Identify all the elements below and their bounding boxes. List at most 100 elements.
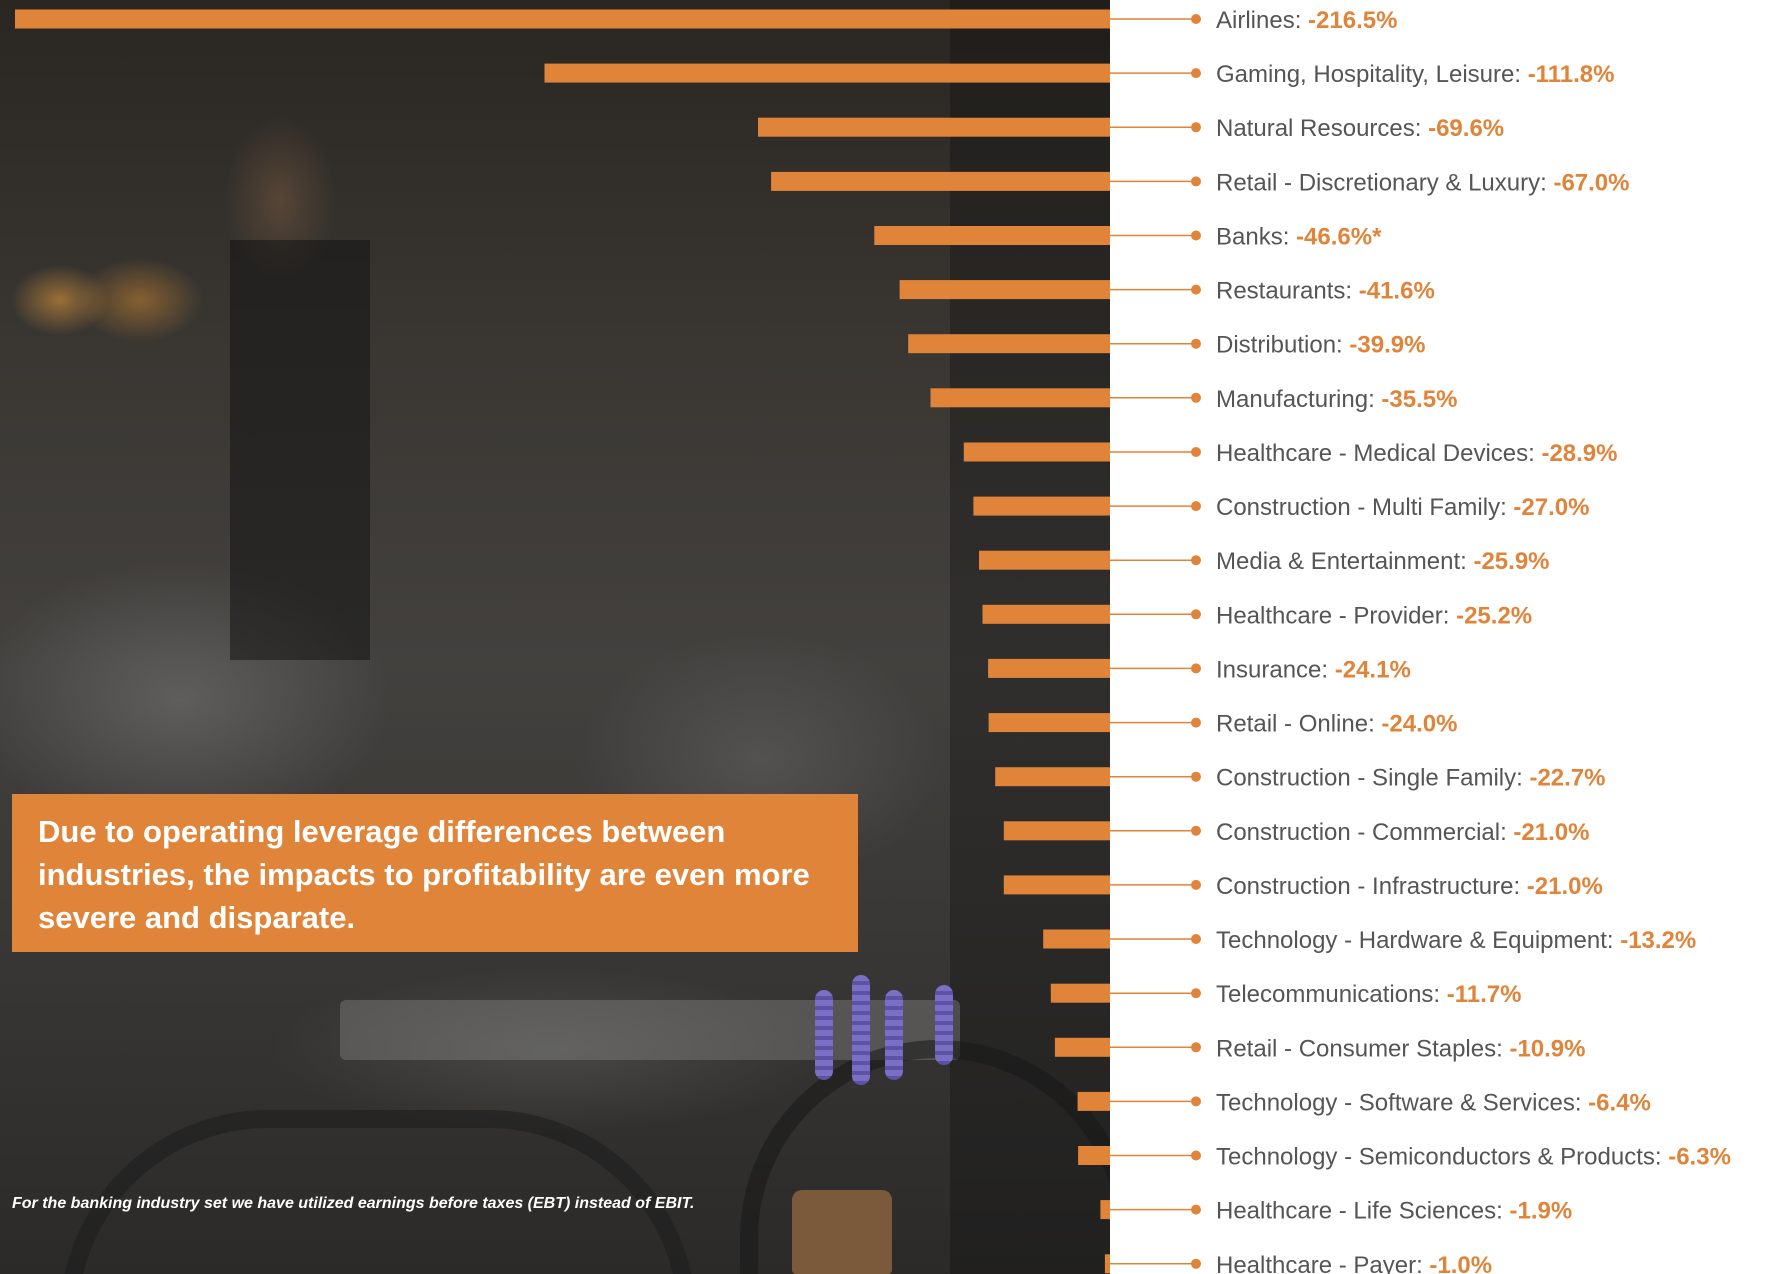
bar-label: Restaurants: -41.6%	[1216, 278, 1435, 305]
category-label: Healthcare - Medical Devices:	[1216, 440, 1541, 467]
bar	[973, 496, 1110, 516]
bar-label: Technology - Semiconductors & Products: …	[1216, 1144, 1731, 1171]
value-label: -46.6%*	[1296, 224, 1382, 251]
connector-dot	[1191, 68, 1201, 79]
category-label: Construction - Multi Family:	[1216, 494, 1513, 521]
connector-dot	[1191, 1258, 1201, 1269]
value-label: -69.6%	[1428, 115, 1504, 142]
category-label: Healthcare - Life Sciences:	[1216, 1198, 1509, 1225]
category-label: Retail - Discretionary & Luxury:	[1216, 169, 1553, 196]
value-label: -21.0%	[1527, 873, 1603, 900]
bar-label: Banks: -46.6%*	[1216, 224, 1382, 251]
value-label: -1.0%	[1429, 1252, 1492, 1274]
value-label: -22.7%	[1529, 765, 1605, 792]
bar	[908, 334, 1110, 354]
chart-title-box: Due to operating leverage differences be…	[12, 794, 858, 952]
value-label: -10.9%	[1509, 1035, 1585, 1062]
category-label: Technology - Software & Services:	[1216, 1089, 1588, 1116]
connector-dot	[1191, 934, 1201, 944]
bar-label: Natural Resources: -69.6%	[1216, 115, 1504, 142]
bar-label: Construction - Infrastructure: -21.0%	[1216, 873, 1603, 900]
chart-title: Due to operating leverage differences be…	[38, 814, 810, 935]
category-label: Distribution:	[1216, 332, 1349, 359]
category-label: Airlines:	[1216, 7, 1308, 34]
bar-chart: Airlines: -216.5% Gaming, Hospitality, Le…	[15, 7, 1731, 1274]
category-label: Banks:	[1216, 224, 1296, 251]
bar	[758, 117, 1110, 137]
value-label: -216.5%	[1308, 7, 1397, 34]
bar	[1078, 1146, 1110, 1165]
value-label: -67.0%	[1553, 169, 1629, 196]
value-label: -39.9%	[1349, 332, 1425, 359]
connector-dot	[1191, 501, 1201, 512]
bar-label: Telecommunications: -11.7%	[1216, 981, 1521, 1008]
bar-label: Technology - Software & Services: -6.4%	[1216, 1089, 1651, 1116]
value-label: -6.4%	[1588, 1089, 1651, 1116]
bar-label: Construction - Single Family: -22.7%	[1216, 765, 1606, 792]
value-label: -111.8%	[1528, 61, 1615, 88]
bar	[771, 171, 1110, 191]
bar	[988, 658, 1110, 678]
category-label: Construction - Single Family:	[1216, 765, 1529, 792]
connector-dot	[1191, 338, 1201, 349]
category-label: Healthcare - Payer:	[1216, 1252, 1429, 1274]
bar-label: Insurance: -24.1%	[1216, 656, 1411, 683]
bar	[1104, 1254, 1110, 1274]
value-label: -27.0%	[1513, 494, 1589, 521]
connector-dot	[1191, 555, 1201, 566]
bar	[930, 388, 1110, 408]
connector-dot	[1191, 879, 1201, 890]
bar	[995, 767, 1110, 787]
category-label: Retail - Consumer Staples:	[1216, 1035, 1509, 1062]
connector-dot	[1191, 176, 1201, 187]
connector-dot	[1191, 609, 1201, 620]
connector-dot	[1191, 717, 1201, 728]
value-label: -24.1%	[1335, 656, 1411, 683]
bar	[1003, 875, 1110, 895]
connector-dot	[1191, 663, 1201, 674]
bar	[1077, 1091, 1110, 1111]
bar-label: Construction - Multi Family: -27.0%	[1216, 494, 1589, 521]
bar	[979, 550, 1110, 570]
category-label: Manufacturing:	[1216, 386, 1381, 413]
connector-dot	[1191, 1042, 1201, 1053]
bar-label: Distribution: -39.9%	[1216, 332, 1425, 359]
category-label: Gaming, Hospitality, Leisure:	[1216, 61, 1528, 88]
bar-label: Technology - Hardware & Equipment: -13.2…	[1216, 927, 1696, 954]
bar-label: Media & Entertainment: -25.9%	[1216, 548, 1550, 575]
value-label: -21.0%	[1513, 819, 1589, 846]
bar	[1043, 929, 1110, 949]
bar-label: Healthcare - Medical Devices: -28.9%	[1216, 440, 1618, 467]
bar-label: Gaming, Hospitality, Leisure: -111.8%	[1216, 61, 1614, 88]
connector-dot	[1191, 1150, 1201, 1161]
value-label: -41.6%	[1359, 278, 1435, 305]
bar-label: Retail - Online: -24.0%	[1216, 711, 1457, 738]
bar	[982, 604, 1110, 624]
category-label: Construction - Infrastructure:	[1216, 873, 1527, 900]
bar-label: Manufacturing: -35.5%	[1216, 386, 1457, 413]
value-label: -35.5%	[1381, 386, 1457, 413]
value-label: -25.9%	[1473, 548, 1549, 575]
bar-label: Healthcare - Provider: -25.2%	[1216, 602, 1532, 629]
connector-dot	[1191, 14, 1201, 24]
connector-dot	[1191, 284, 1201, 295]
connector-dot	[1191, 1096, 1201, 1107]
bar	[988, 713, 1110, 733]
connector-dot	[1191, 447, 1201, 457]
category-label: Retail - Online:	[1216, 711, 1381, 738]
value-label: -1.9%	[1509, 1198, 1572, 1225]
connector-dot	[1191, 230, 1201, 241]
connector-dot	[1191, 1204, 1201, 1215]
connector-dot	[1191, 122, 1201, 133]
value-label: -25.2%	[1456, 602, 1532, 629]
value-label: -28.9%	[1541, 440, 1617, 467]
value-label: -13.2%	[1620, 927, 1696, 954]
bar	[1003, 821, 1110, 841]
category-label: Healthcare - Provider:	[1216, 602, 1456, 629]
bar-label: Airlines: -216.5%	[1216, 7, 1397, 34]
footnote: For the banking industry set we have uti…	[12, 1195, 695, 1212]
category-label: Construction - Commercial:	[1216, 819, 1513, 846]
value-label: -11.7%	[1447, 981, 1522, 1008]
connector-dot	[1191, 771, 1201, 782]
value-label: -24.0%	[1381, 711, 1457, 738]
